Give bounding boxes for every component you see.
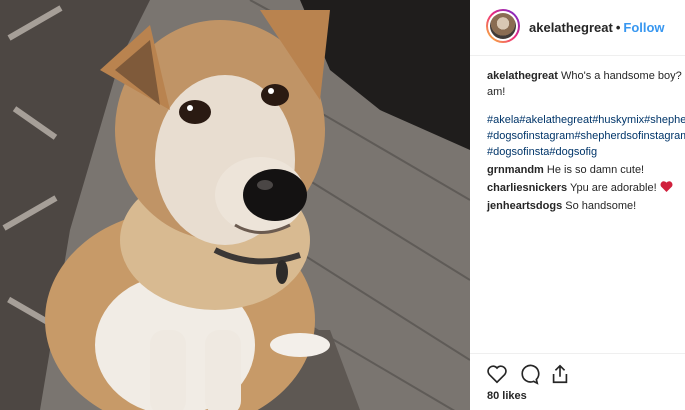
comment-text: So handsome! — [565, 200, 637, 212]
comments-list: akelathegreat Who's a handsome boy? M am… — [487, 68, 685, 214]
post-photo[interactable] — [0, 0, 470, 410]
caption-username[interactable]: akelathegreat — [487, 70, 558, 82]
avatar[interactable] — [486, 9, 520, 43]
comment: grnmandm He is so damn cute! — [487, 162, 685, 178]
follow-button[interactable]: Follow — [623, 20, 664, 35]
likes-count[interactable]: 80 likes — [487, 390, 527, 402]
share-icon[interactable] — [549, 363, 571, 385]
comment-username[interactable]: grnmandm — [487, 164, 544, 176]
heart-icon[interactable] — [486, 363, 508, 385]
caption-text: Who's a handsome boy? M — [561, 70, 685, 82]
post-side-panel: akelathegreat • Follow akelathegreat Who's… — [470, 0, 685, 410]
comment-text: Ypu are adorable! — [569, 182, 657, 194]
hashtag-line[interactable]: #dogsofinstagram#shepherdsofinstagram — [487, 128, 685, 144]
hashtag-line[interactable]: #dogsofinsta#dogsofig — [487, 144, 685, 160]
caption: akelathegreat Who's a handsome boy? M — [487, 68, 685, 84]
post-header: akelathegreat • Follow — [470, 0, 685, 56]
dog-photo-illustration — [0, 0, 470, 410]
caption-text-continued: am! — [487, 86, 506, 98]
separator-dot: • — [615, 20, 621, 35]
comment-icon[interactable] — [518, 363, 540, 385]
comment: charliesnickers Ypu are adorable! — [487, 180, 685, 196]
comment-text: He is so damn cute! — [546, 164, 645, 176]
hashtag-line[interactable]: #akela#akelathegreat#huskymix#shepher — [487, 112, 685, 128]
post-actions: 80 likes — [470, 353, 685, 410]
comment: jenheartsdogs So handsome! — [487, 198, 685, 214]
post-author-username[interactable]: akelathegreat — [529, 20, 613, 35]
heart-emoji-icon — [660, 181, 673, 192]
comment-username[interactable]: charliesnickers — [487, 182, 567, 194]
comment-username[interactable]: jenheartsdogs — [487, 200, 562, 212]
